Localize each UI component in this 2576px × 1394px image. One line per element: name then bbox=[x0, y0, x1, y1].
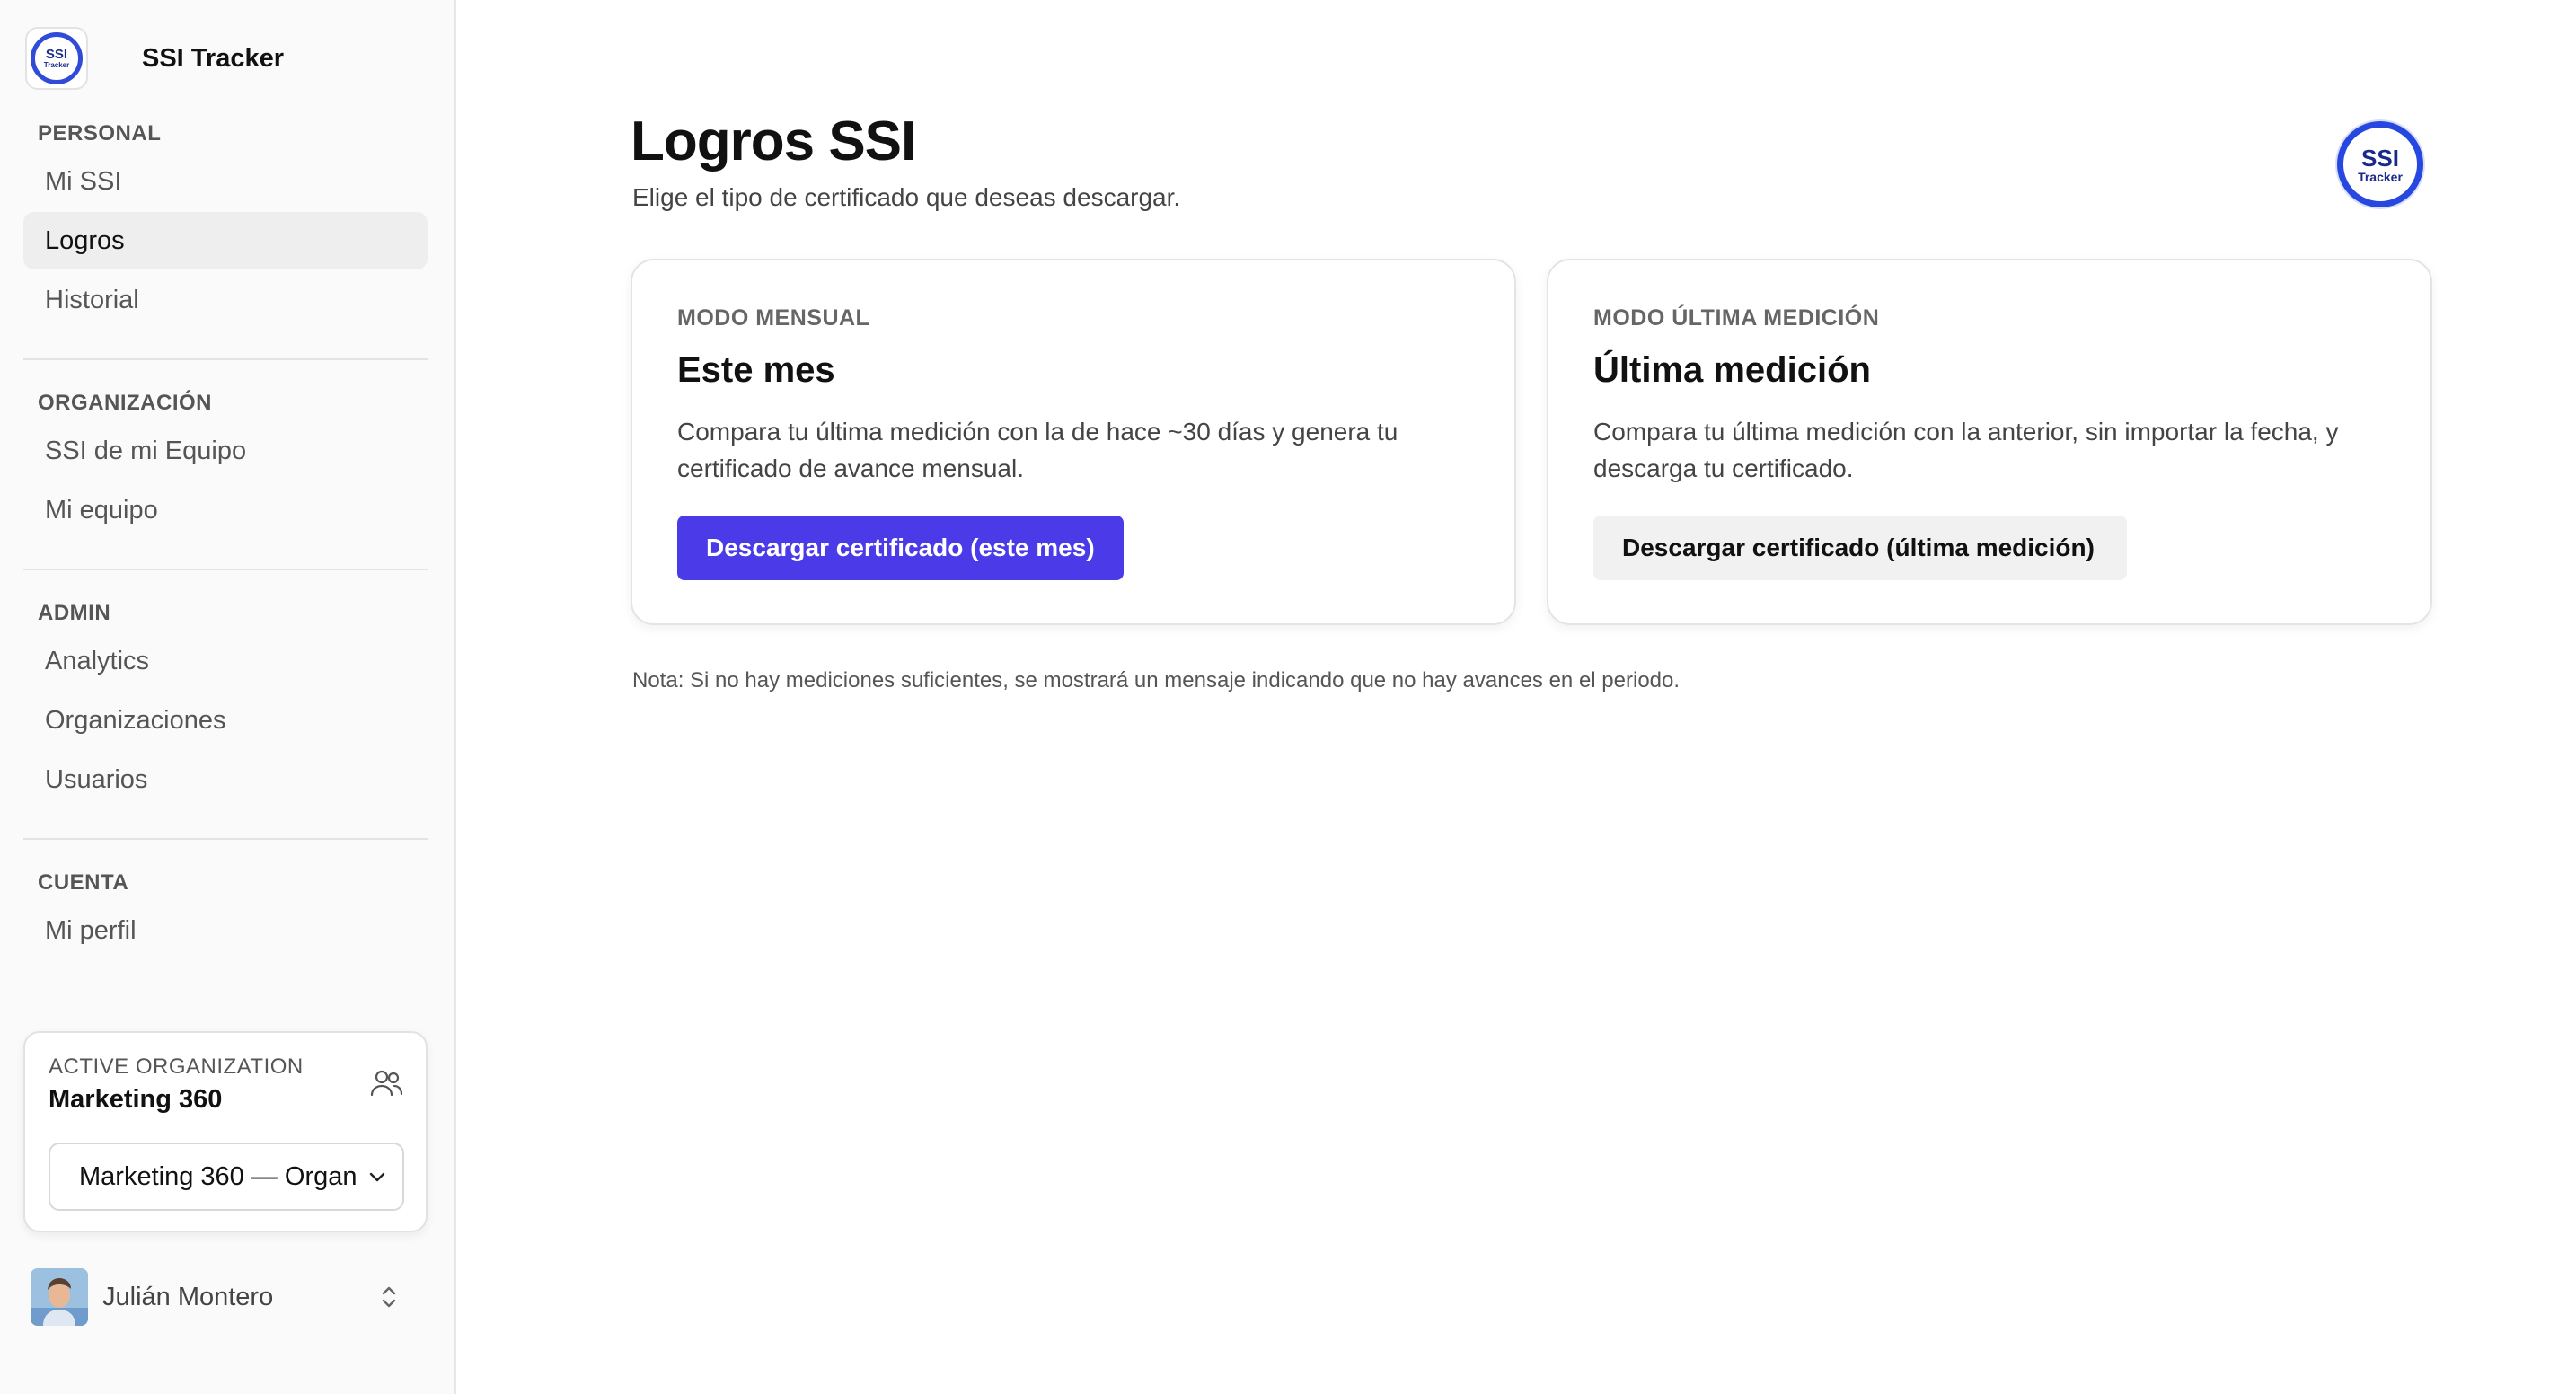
note-text: Nota: Si no hay mediciones suficientes, … bbox=[632, 668, 1681, 693]
card-description: Compara tu última medición con la de hac… bbox=[677, 418, 1398, 482]
card-description: Compara tu última medición con la anteri… bbox=[1593, 418, 2339, 482]
download-certificate-monthly-button[interactable]: Descargar certificado (este mes) bbox=[677, 516, 1124, 580]
ssi-logo-icon: SSI Tracker bbox=[31, 32, 83, 84]
header-logo: SSI Tracker bbox=[2337, 121, 2423, 207]
organization-select-value: Marketing 360 — Organization bbox=[79, 1162, 357, 1191]
active-organization-card: ACTIVE ORGANIZATION Marketing 360 Market… bbox=[23, 1031, 428, 1232]
avatar bbox=[31, 1268, 88, 1326]
divider bbox=[23, 838, 428, 840]
sidebar-item-mi-perfil[interactable]: Mi perfil bbox=[23, 902, 428, 959]
card-mode-label: MODO MENSUAL bbox=[677, 305, 870, 331]
brand-logo: SSI Tracker bbox=[25, 27, 88, 90]
sidebar-item-ssi-de-mi-equipo[interactable]: SSI de mi Equipo bbox=[23, 422, 428, 480]
section-label-admin: ADMIN bbox=[38, 601, 111, 625]
card-title: Este mes bbox=[677, 350, 835, 390]
sidebar-item-analytics[interactable]: Analytics bbox=[23, 632, 428, 690]
user-name: Julián Montero bbox=[102, 1283, 274, 1311]
users-icon bbox=[370, 1070, 403, 1097]
section-label-personal: PERSONAL bbox=[38, 121, 162, 146]
sidebar-item-mi-equipo[interactable]: Mi equipo bbox=[23, 481, 428, 539]
divider bbox=[23, 358, 428, 360]
card-mode-label: MODO ÚLTIMA MEDICIÓN bbox=[1593, 305, 1880, 331]
sidebar: SSI Tracker SSI Tracker PERSONAL Mi SSI … bbox=[0, 0, 456, 1394]
section-label-organizacion: ORGANIZACIÓN bbox=[38, 391, 212, 415]
chevron-down-icon bbox=[369, 1172, 385, 1182]
sidebar-item-historial[interactable]: Historial bbox=[23, 271, 428, 329]
certificate-card-last-measurement: MODO ÚLTIMA MEDICIÓN Última medición Com… bbox=[1547, 259, 2432, 625]
download-certificate-last-button[interactable]: Descargar certificado (última medición) bbox=[1593, 516, 2127, 580]
active-organization-label: ACTIVE ORGANIZATION bbox=[49, 1054, 304, 1079]
user-menu[interactable]: Julián Montero bbox=[31, 1268, 426, 1328]
ssi-logo-icon: SSI Tracker bbox=[2337, 121, 2423, 207]
app-title: SSI Tracker bbox=[142, 43, 284, 73]
sidebar-item-mi-ssi[interactable]: Mi SSI bbox=[23, 153, 428, 210]
sidebar-item-usuarios[interactable]: Usuarios bbox=[23, 751, 428, 808]
page-title: Logros SSI bbox=[631, 110, 916, 172]
organization-select[interactable]: Marketing 360 — Organization bbox=[49, 1143, 404, 1211]
divider bbox=[23, 569, 428, 570]
card-title: Última medición bbox=[1593, 350, 1871, 390]
section-label-cuenta: CUENTA bbox=[38, 870, 129, 895]
active-organization-name: Marketing 360 bbox=[49, 1085, 223, 1114]
sidebar-item-organizaciones[interactable]: Organizaciones bbox=[23, 692, 428, 749]
page-subtitle: Elige el tipo de certificado que deseas … bbox=[632, 183, 1181, 211]
brand[interactable]: SSI Tracker SSI Tracker bbox=[25, 27, 284, 90]
certificate-card-monthly: MODO MENSUAL Este mes Compara tu última … bbox=[631, 259, 1516, 625]
user-avatar-image bbox=[31, 1268, 88, 1326]
sidebar-item-logros[interactable]: Logros bbox=[23, 212, 428, 269]
chevron-up-down-icon bbox=[382, 1286, 396, 1308]
